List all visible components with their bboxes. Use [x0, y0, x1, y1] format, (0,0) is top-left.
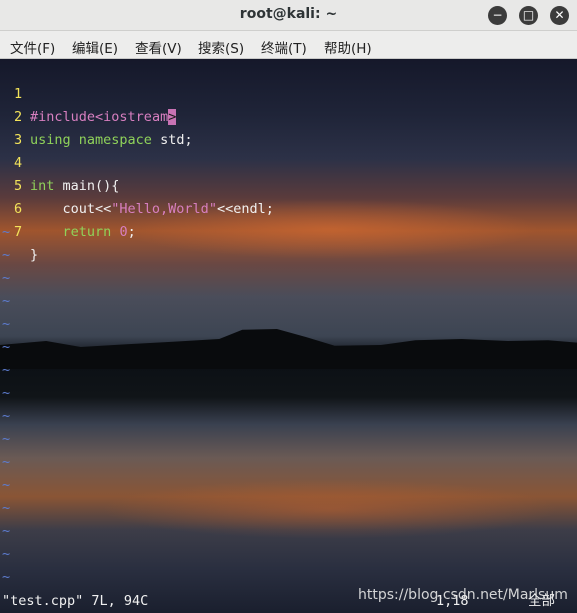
tilde-marker: ~: [2, 385, 11, 401]
angle-bracket: <: [95, 109, 104, 125]
code-line-1: 1 #include<iostream>: [0, 60, 177, 125]
menu-file[interactable]: 文件(F): [10, 37, 55, 57]
code-rest: std;: [151, 132, 193, 148]
number-literal: 0: [119, 224, 128, 240]
minimize-button[interactable]: −: [488, 6, 507, 25]
tilde-marker: ~: [2, 546, 11, 562]
tilde-marker: ~: [2, 431, 11, 447]
tilde-marker: ~: [2, 477, 11, 493]
code-line-2: 2 using namespace std;: [0, 83, 193, 148]
code-line-7: 7 }: [0, 198, 65, 263]
tilde-marker: ~: [2, 339, 11, 355]
tilde-marker: ~: [2, 293, 11, 309]
code-line-5: 5 cout<<"Hello,World"<<endl;: [0, 152, 274, 217]
code-text: cout<<"Hello,World"<<endl;: [30, 198, 274, 221]
tilde-marker: ~: [2, 569, 11, 585]
terminal-window: root@kali: ~ − □ ✕ 文件(F) 编辑(E) 查看(V) 搜索(…: [0, 0, 577, 613]
menu-edit[interactable]: 编辑(E): [72, 37, 118, 57]
status-file-info: "test.cpp" 7L, 94C: [2, 593, 149, 609]
include-name: iostream: [103, 109, 169, 125]
tilde-marker: ~: [2, 224, 11, 240]
tilde-marker: ~: [2, 408, 11, 424]
code-line-6: 6 return 0;: [0, 175, 136, 240]
terminal-area[interactable]: 1 #include<iostream> 2 using namespace s…: [0, 59, 577, 613]
code-text: }: [30, 244, 38, 267]
text-cursor: >: [168, 109, 177, 125]
tilde-marker: ~: [2, 500, 11, 516]
code-rest: }: [30, 247, 39, 263]
menu-bar: 文件(F) 编辑(E) 查看(V) 搜索(S) 终端(T) 帮助(H): [0, 31, 577, 59]
code-rest: ;: [127, 224, 136, 240]
menu-search[interactable]: 搜索(S): [198, 37, 244, 57]
menu-help[interactable]: 帮助(H): [324, 37, 372, 57]
tilde-marker: ~: [2, 362, 11, 378]
tilde-marker: ~: [2, 454, 11, 470]
code-line-4: 4 int main(){: [0, 129, 119, 194]
keyword: namespace: [78, 132, 152, 148]
tilde-marker: ~: [2, 523, 11, 539]
tilde-marker: ~: [2, 270, 11, 286]
maximize-button[interactable]: □: [519, 6, 538, 25]
menu-view[interactable]: 查看(V): [135, 37, 182, 57]
string-literal: "Hello,World": [111, 201, 217, 217]
background-reflection: [100, 479, 560, 539]
menu-terminal[interactable]: 终端(T): [261, 37, 307, 57]
tilde-marker: ~: [2, 316, 11, 332]
code-line-3: 3: [0, 106, 65, 148]
line-number: 7: [14, 224, 23, 240]
watermark: https://blog.csdn.net/Marlsum: [358, 587, 568, 603]
code-rest: <<endl;: [216, 201, 274, 217]
title-bar[interactable]: root@kali: ~ − □ ✕: [0, 0, 577, 31]
keyword: return: [62, 224, 112, 240]
background-treeline: [0, 329, 577, 369]
close-button[interactable]: ✕: [550, 6, 569, 25]
tilde-marker: ~: [2, 247, 11, 263]
